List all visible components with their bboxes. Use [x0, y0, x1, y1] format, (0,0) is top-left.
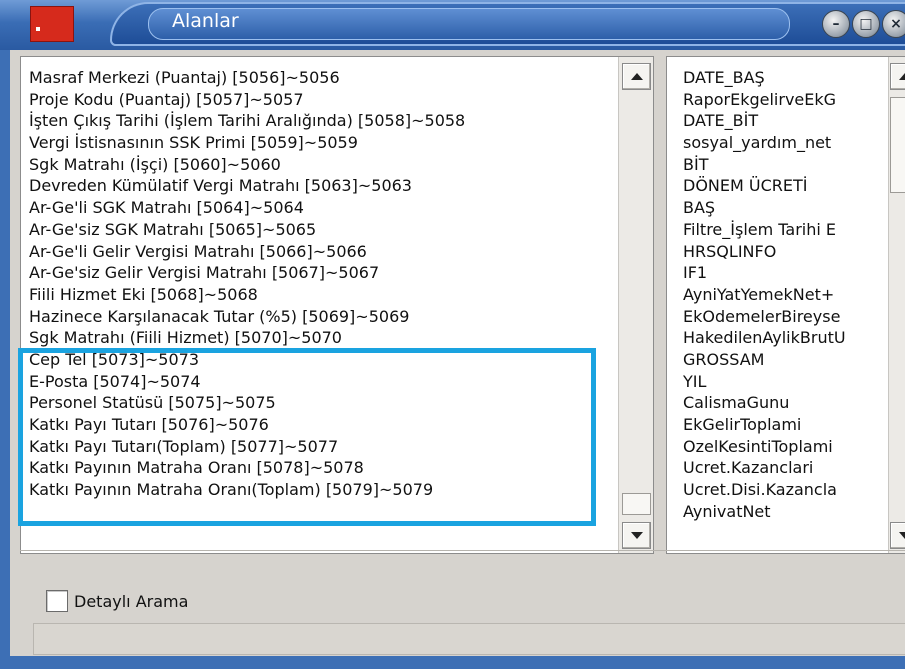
- left-list-item[interactable]: Cep Tel [5073]~5073: [29, 349, 465, 371]
- left-list-item[interactable]: Sgk Matrahı (İşçi) [5060]~5060: [29, 154, 465, 176]
- detail-search-checkbox[interactable]: [46, 590, 68, 612]
- maximize-button[interactable]: □: [852, 10, 880, 38]
- minimize-button[interactable]: –: [822, 10, 850, 38]
- right-list-item[interactable]: BAŞ: [683, 197, 846, 219]
- left-list-item[interactable]: E-Posta [5074]~5074: [29, 371, 465, 393]
- right-list-item[interactable]: GROSSAM: [683, 349, 846, 371]
- arrow-up-icon: [631, 73, 643, 80]
- right-scroll-thumb[interactable]: [890, 97, 905, 193]
- left-list-item[interactable]: Ar-Ge'siz SGK Matrahı [5065]~5065: [29, 219, 465, 241]
- fields-list-right[interactable]: DATE_BAŞ RaporEkgelirveEkG DATE_BİT sosyal_…: [666, 56, 905, 554]
- right-list-item[interactable]: Ucret.Kazanclari: [683, 457, 846, 479]
- right-list-item[interactable]: HakedilenAylikBrutU: [683, 327, 846, 349]
- right-list-item[interactable]: DATE_BİT: [683, 110, 846, 132]
- left-list-item[interactable]: Personel Statüsü [5075]~5075: [29, 392, 465, 414]
- left-list-item[interactable]: Ar-Ge'li Gelir Vergisi Matrahı [5066]~50…: [29, 241, 465, 263]
- window-title: Alanlar: [172, 10, 239, 32]
- left-list-item[interactable]: Sgk Matrahı (Fiili Hizmet) [5070]~5070: [29, 327, 465, 349]
- left-list-item[interactable]: Vergi İstisnasının SSK Primi [5059]~5059: [29, 132, 465, 154]
- right-list-item[interactable]: CalismaGunu: [683, 392, 846, 414]
- right-list-item[interactable]: AynivatNet: [683, 501, 846, 523]
- right-list-item[interactable]: RaporEkgelirveEkG: [683, 89, 846, 111]
- left-list-item[interactable]: Fiili Hizmet Eki [5068]~5068: [29, 284, 465, 306]
- close-button[interactable]: ×: [882, 10, 905, 38]
- minimize-icon: –: [832, 16, 840, 32]
- fields-list-left[interactable]: Masraf Merkezi (Puantaj) [5056]~5056 Proj…: [20, 56, 654, 554]
- right-scroll-up-button[interactable]: [890, 63, 905, 90]
- title-bar[interactable]: Alanlar – □ ×: [0, 0, 905, 50]
- fields-list-left-rows: Masraf Merkezi (Puantaj) [5056]~5056 Proj…: [29, 67, 465, 501]
- arrow-down-icon: [899, 532, 905, 539]
- arrow-down-icon: [631, 532, 643, 539]
- left-list-item[interactable]: Ar-Ge'li SGK Matrahı [5064]~5064: [29, 197, 465, 219]
- left-list-item[interactable]: Katkı Payının Matraha Oranı [5078]~5078: [29, 457, 465, 479]
- left-scroll-up-button[interactable]: [622, 63, 651, 90]
- right-list-item[interactable]: DATE_BAŞ: [683, 67, 846, 89]
- left-list-item[interactable]: Katkı Payının Matraha Oranı(Toplam) [507…: [29, 479, 465, 501]
- divider: [20, 550, 905, 551]
- left-list-item[interactable]: İşten Çıkış Tarihi (İşlem Tarihi Aralığı…: [29, 110, 465, 132]
- maximize-icon: □: [859, 16, 873, 32]
- left-list-item[interactable]: Hazinece Karşılanacak Tutar (%5) [5069]~…: [29, 306, 465, 328]
- left-scroll-thumb[interactable]: [622, 493, 651, 515]
- right-list-item[interactable]: EkOdemelerBireyse: [683, 306, 846, 328]
- app-logo-icon: [30, 6, 74, 42]
- right-list-item[interactable]: BİT: [683, 154, 846, 176]
- right-scroll-down-button[interactable]: [890, 522, 905, 549]
- right-list-scrollbar[interactable]: [888, 57, 905, 553]
- left-list-item[interactable]: Devreden Kümülatif Vergi Matrahı [5063]~…: [29, 175, 465, 197]
- right-list-item[interactable]: EkGelirToplami: [683, 414, 846, 436]
- fields-list-right-rows: DATE_BAŞ RaporEkgelirveEkG DATE_BİT sosyal_…: [683, 67, 846, 522]
- right-list-item[interactable]: sosyal_yardım_net: [683, 132, 846, 154]
- right-list-item[interactable]: OzelKesintiToplami: [683, 436, 846, 458]
- detail-search-option[interactable]: Detaylı Arama: [46, 590, 188, 612]
- status-bar: [33, 623, 905, 655]
- fields-window: Alanlar – □ × Masraf Merkezi (Puantaj) […: [0, 0, 905, 669]
- left-list-item[interactable]: Katkı Payı Tutarı [5076]~5076: [29, 414, 465, 436]
- right-list-item[interactable]: HRSQLINFO: [683, 241, 846, 263]
- right-list-item[interactable]: Ucret.Disi.Kazancla: [683, 479, 846, 501]
- left-list-item[interactable]: Masraf Merkezi (Puantaj) [5056]~5056: [29, 67, 465, 89]
- left-list-scrollbar[interactable]: [618, 57, 653, 553]
- right-list-item[interactable]: YIL: [683, 371, 846, 393]
- left-scroll-down-button[interactable]: [622, 522, 651, 549]
- right-list-item[interactable]: DÖNEM ÜCRETİ: [683, 175, 846, 197]
- right-list-item[interactable]: Filtre_İşlem Tarihi E: [683, 219, 846, 241]
- close-icon: ×: [890, 16, 902, 32]
- left-list-item[interactable]: Proje Kodu (Puantaj) [5057]~5057: [29, 89, 465, 111]
- arrow-up-icon: [899, 73, 905, 80]
- detail-search-label: Detaylı Arama: [74, 591, 189, 611]
- right-list-item[interactable]: AyniYatYemekNet+: [683, 284, 846, 306]
- left-list-item[interactable]: Ar-Ge'siz Gelir Vergisi Matrahı [5067]~5…: [29, 262, 465, 284]
- title-pill: [148, 8, 790, 40]
- right-list-item[interactable]: IF1: [683, 262, 846, 284]
- left-list-item[interactable]: Katkı Payı Tutarı(Toplam) [5077]~5077: [29, 436, 465, 458]
